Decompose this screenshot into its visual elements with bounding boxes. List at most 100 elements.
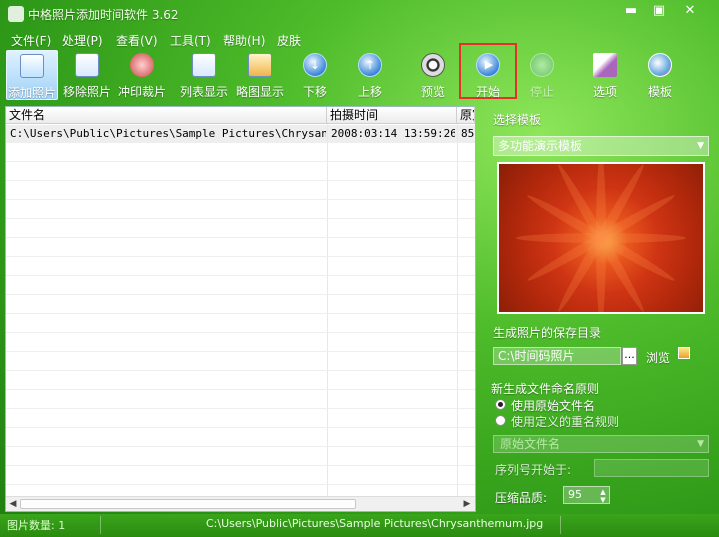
menu-bar <box>0 28 719 50</box>
preview-button[interactable]: 预览 <box>413 50 453 100</box>
template-label: 模板 <box>647 85 672 99</box>
radio-custom-rule-label[interactable]: 使用定义的重名规则 <box>511 413 619 430</box>
thumbnail-view-button[interactable]: 略图显示 <box>234 50 286 100</box>
list-view-label: 列表显示 <box>179 85 228 99</box>
move-up-icon: ↑ <box>358 53 382 77</box>
maximize-button[interactable]: ▣ <box>645 2 673 20</box>
radio-original-name-label[interactable]: 使用原始文件名 <box>511 397 595 414</box>
print-crop-label: 冲印裁片 <box>117 85 166 99</box>
save-dir-label: 生成照片的保存目录 <box>493 326 602 340</box>
naming-rule-label: 新生成文件命名原则 <box>491 382 600 396</box>
seq-start-label: 序列号开始于: <box>495 463 572 477</box>
grid-line <box>6 199 475 200</box>
template-section-label: 选择模板 <box>493 113 542 127</box>
add-photo-button[interactable]: 添加照片 <box>6 50 58 100</box>
quality-value: 95 <box>568 488 582 501</box>
move-down-icon: ↓ <box>303 53 327 77</box>
list-view-icon <box>192 53 216 77</box>
grid-line <box>6 313 475 314</box>
chevron-down-icon: ▼ <box>697 141 704 151</box>
grid-line <box>6 408 475 409</box>
close-button[interactable]: ✕ <box>676 2 704 20</box>
menu-file[interactable]: 文件(F) <box>11 32 51 49</box>
grid-line <box>6 484 475 485</box>
scroll-right-icon[interactable]: ▶ <box>461 498 473 510</box>
move-down-button[interactable]: ↓ 下移 <box>295 50 335 100</box>
horizontal-scrollbar[interactable]: ◀ ▶ <box>6 496 475 511</box>
menu-skin[interactable]: 皮肤 <box>277 32 301 49</box>
status-photo-count: 图片数量: 1 <box>7 519 66 532</box>
menu-view[interactable]: 查看(V) <box>116 32 158 49</box>
status-bar: 图片数量: 1 C:\Users\Public\Pictures\Sample … <box>0 514 719 537</box>
grid-line <box>6 275 475 276</box>
seq-start-field[interactable] <box>594 459 709 477</box>
grid-line <box>6 294 475 295</box>
print-crop-icon <box>130 53 154 77</box>
menu-help[interactable]: 帮助(H) <box>223 32 265 49</box>
stop-button[interactable]: 停止 <box>522 50 562 100</box>
grid-line <box>6 142 475 143</box>
grid-line <box>6 332 475 333</box>
template-button[interactable]: 模板 <box>640 50 680 100</box>
move-up-button[interactable]: ↑ 上移 <box>350 50 390 100</box>
stop-icon <box>530 53 554 77</box>
stop-label: 停止 <box>529 85 554 99</box>
browse-dots-button[interactable]: ... <box>622 347 637 365</box>
grid-line <box>6 446 475 447</box>
minimize-button[interactable]: ▬ <box>617 2 645 20</box>
grid-line <box>6 351 475 352</box>
options-button[interactable]: 选项 <box>585 50 625 100</box>
column-header-shot-time[interactable]: 拍摄时间 <box>327 107 457 124</box>
grid-line <box>6 427 475 428</box>
column-header-original[interactable]: 原宽 <box>457 107 475 124</box>
remove-photo-button[interactable]: 移除照片 <box>61 50 113 100</box>
grid-line <box>6 237 475 238</box>
template-icon <box>648 53 672 77</box>
cell-filename: C:\Users\Public\Pictures\Sample Pictures… <box>10 127 326 140</box>
grid-line <box>6 218 475 219</box>
spin-up-icon[interactable]: ▲ <box>598 488 608 496</box>
table-row[interactable]: C:\Users\Public\Pictures\Sample Pictures… <box>6 125 475 142</box>
list-view-button[interactable]: 列表显示 <box>178 50 230 100</box>
move-up-label: 上移 <box>357 85 382 99</box>
grid-line <box>6 370 475 371</box>
template-select[interactable]: 多功能演示模板 ▼ <box>493 136 709 156</box>
column-header-filename[interactable]: 文件名 <box>6 107 327 124</box>
scroll-left-icon[interactable]: ◀ <box>7 498 19 510</box>
template-select-value: 多功能演示模板 <box>498 139 583 153</box>
grid-line <box>6 161 475 162</box>
grid-line <box>6 465 475 466</box>
thumbnail-view-label: 略图显示 <box>235 85 284 99</box>
radio-original-name[interactable] <box>495 399 506 410</box>
menu-tools[interactable]: 工具(T) <box>170 32 211 49</box>
grid-line <box>6 256 475 257</box>
move-down-label: 下移 <box>302 85 327 99</box>
start-label: 开始 <box>475 85 500 99</box>
spin-down-icon[interactable]: ▼ <box>598 496 608 504</box>
naming-rule-select[interactable]: 原始文件名 ▼ <box>493 435 709 453</box>
options-label: 选项 <box>592 85 617 99</box>
options-icon <box>593 53 617 77</box>
status-current-file: C:\Users\Public\Pictures\Sample Pictures… <box>206 517 544 530</box>
window-title: 中格照片添加时间软件 3.62 <box>28 8 179 22</box>
status-separator <box>560 516 561 534</box>
quality-label: 压缩品质: <box>495 491 548 505</box>
app-icon <box>8 6 24 22</box>
file-list[interactable]: 文件名 拍摄时间 原宽 C:\Users\Public\Pictures\Sam… <box>5 106 476 512</box>
menu-process[interactable]: 处理(P) <box>62 32 103 49</box>
browse-link[interactable]: 浏览 <box>646 349 670 366</box>
start-button[interactable]: ▶ 开始 <box>467 50 509 100</box>
cell-original: 85 <box>461 127 475 140</box>
naming-rule-select-value: 原始文件名 <box>500 437 561 451</box>
preview-icon <box>421 53 445 77</box>
radio-custom-rule[interactable] <box>495 415 506 426</box>
cell-shot-time: 2008:03:14 13:59:26 <box>331 127 455 140</box>
status-separator <box>100 516 101 534</box>
grid-line <box>6 180 475 181</box>
folder-icon[interactable] <box>678 347 690 359</box>
save-dir-field[interactable]: C:\时间码照片 <box>493 347 621 365</box>
print-crop-button[interactable]: 冲印裁片 <box>116 50 168 100</box>
scrollbar-thumb[interactable] <box>20 499 356 509</box>
start-icon: ▶ <box>476 53 500 77</box>
add-photo-label: 添加照片 <box>7 86 56 100</box>
